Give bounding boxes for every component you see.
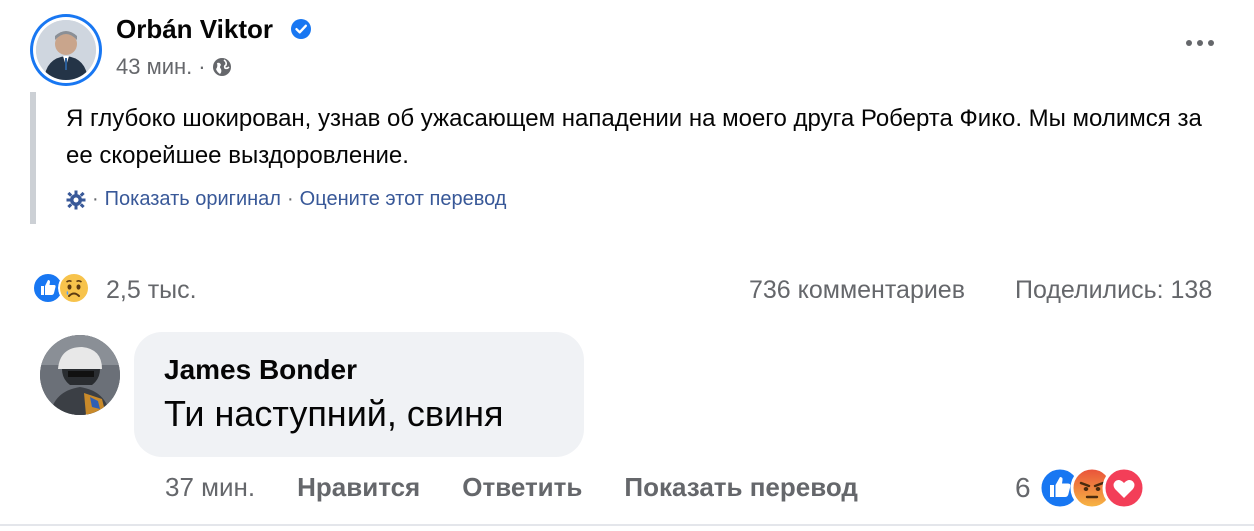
post-time[interactable]: 43 мин. — [116, 54, 192, 80]
translation-separator: · — [92, 188, 99, 210]
show-translation-button[interactable]: Показать перевод — [624, 472, 858, 503]
rate-translation-link[interactable]: Оцените этот перевод — [300, 188, 507, 211]
globe-icon[interactable] — [212, 57, 232, 77]
gear-icon[interactable] — [66, 190, 86, 210]
meta-separator: · — [198, 54, 206, 79]
post-author-name[interactable]: Orbán Viktor — [116, 14, 273, 45]
author-photo — [36, 20, 96, 80]
comment-text: Ти наступний, свиня — [164, 393, 504, 434]
commenter-photo — [40, 335, 120, 415]
reaction-icons[interactable] — [32, 272, 90, 304]
heart-reaction-icon — [1102, 466, 1146, 510]
comment-reaction-icons[interactable] — [1038, 466, 1146, 510]
author-avatar[interactable] — [30, 14, 102, 86]
comment-time[interactable]: 37 мин. — [165, 472, 255, 503]
reply-button[interactable]: Ответить — [462, 472, 582, 503]
commenter-avatar[interactable] — [40, 335, 120, 415]
reaction-count[interactable]: 2,5 тыс. — [106, 276, 197, 305]
post-meta: 43 мин. · — [116, 54, 232, 80]
more-options-icon[interactable] — [1183, 34, 1217, 52]
like-button[interactable]: Нравится — [297, 472, 420, 503]
comment-actions: 37 мин. Нравится Ответить Показать перев… — [165, 472, 858, 503]
commenter-name[interactable]: James Bonder — [164, 354, 357, 386]
translation-controls: · Показать оригинал · Оцените этот перев… — [66, 188, 506, 211]
show-original-link[interactable]: Показать оригинал — [105, 188, 281, 211]
translation-separator-2: · — [286, 188, 294, 210]
verified-badge-icon — [291, 19, 311, 39]
sad-reaction-icon — [58, 272, 90, 304]
comments-count[interactable]: 736 комментариев — [749, 276, 965, 305]
post-text: Я глубоко шокирован, узнав об ужасающем … — [66, 105, 1202, 169]
translation-quote-bar — [30, 92, 36, 224]
shares-count[interactable]: Поделились: 138 — [1015, 276, 1212, 305]
divider — [0, 524, 1254, 526]
comment-reaction-count[interactable]: 6 — [1015, 472, 1031, 504]
